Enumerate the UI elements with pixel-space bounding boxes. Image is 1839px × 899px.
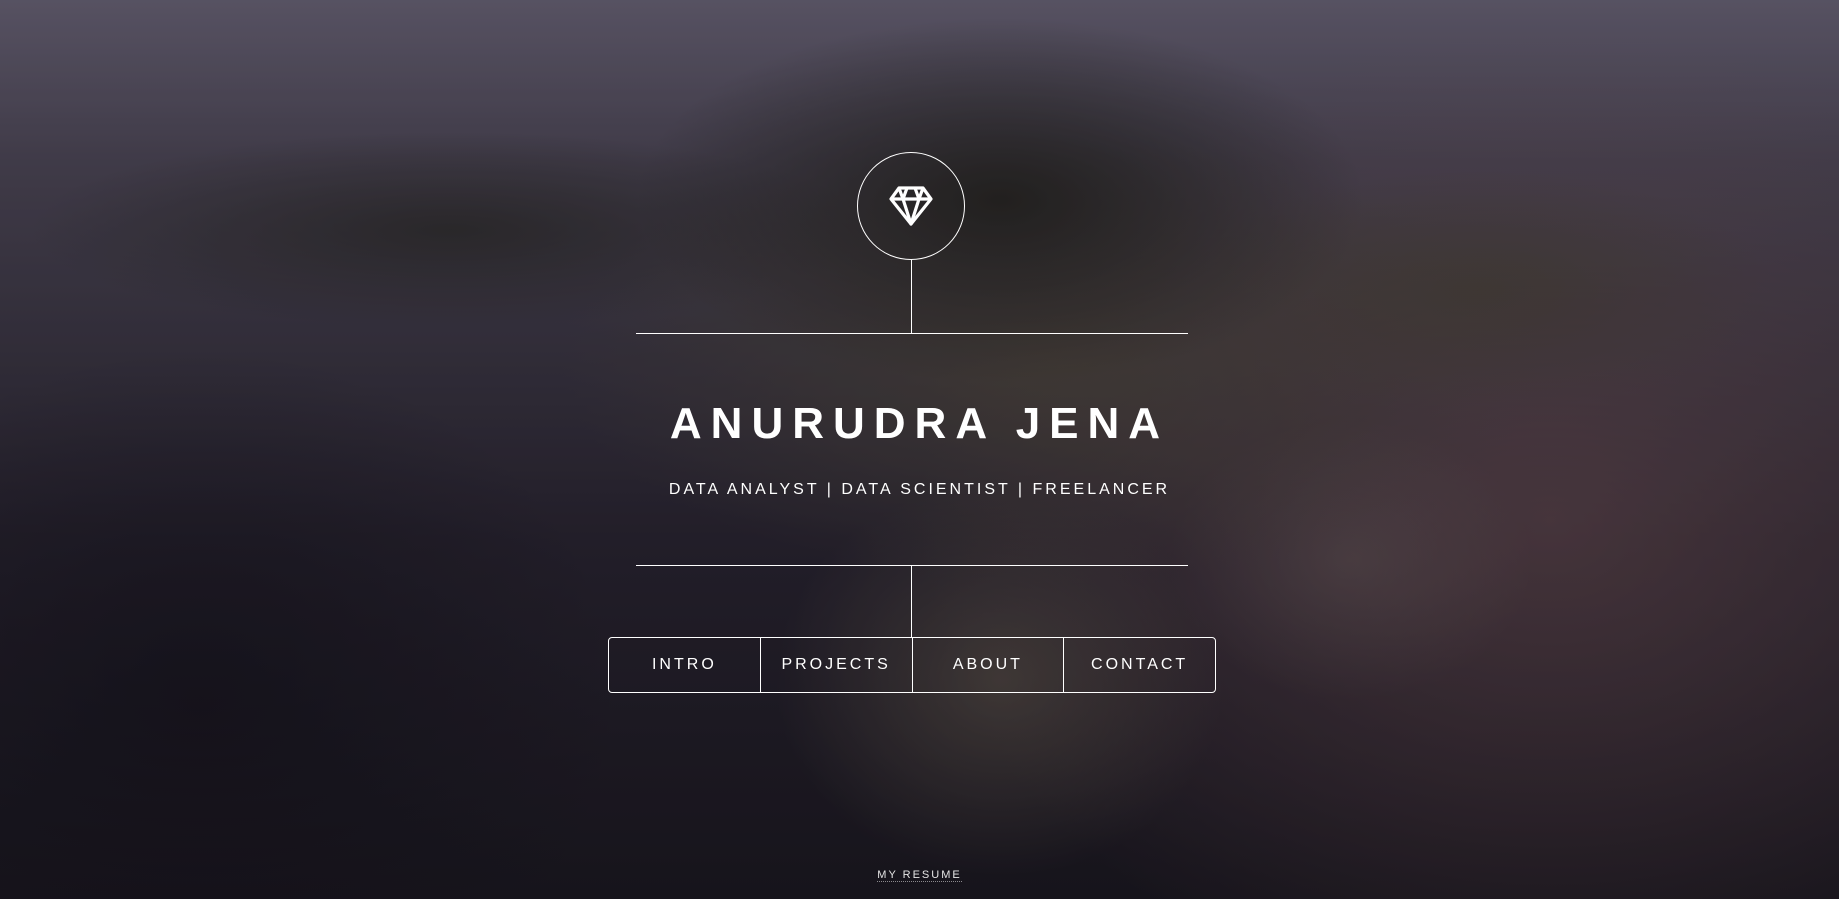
diamond-icon xyxy=(888,185,934,227)
nav-item-intro[interactable]: INTRO xyxy=(609,638,760,692)
header: ANURUDRA JENA DATA ANALYST | DATA SCIENT… xyxy=(0,0,1839,899)
footer: MY RESUME xyxy=(0,868,1839,882)
divider-bottom xyxy=(636,565,1188,566)
divider-top xyxy=(636,333,1188,334)
connector-line-top xyxy=(911,260,912,334)
page-subtitle: DATA ANALYST | DATA SCIENTIST | FREELANC… xyxy=(668,481,1171,498)
main-nav: INTRO PROJECTS ABOUT CONTACT xyxy=(608,637,1216,693)
nav-item-about[interactable]: ABOUT xyxy=(911,638,1064,692)
resume-link[interactable]: MY RESUME xyxy=(877,869,962,882)
nav-item-contact[interactable]: CONTACT xyxy=(1063,638,1215,692)
nav-item-projects[interactable]: PROJECTS xyxy=(759,638,912,692)
page-title: ANURUDRA JENA xyxy=(669,399,1170,448)
logo xyxy=(857,152,965,260)
connector-line-bottom xyxy=(911,566,912,637)
